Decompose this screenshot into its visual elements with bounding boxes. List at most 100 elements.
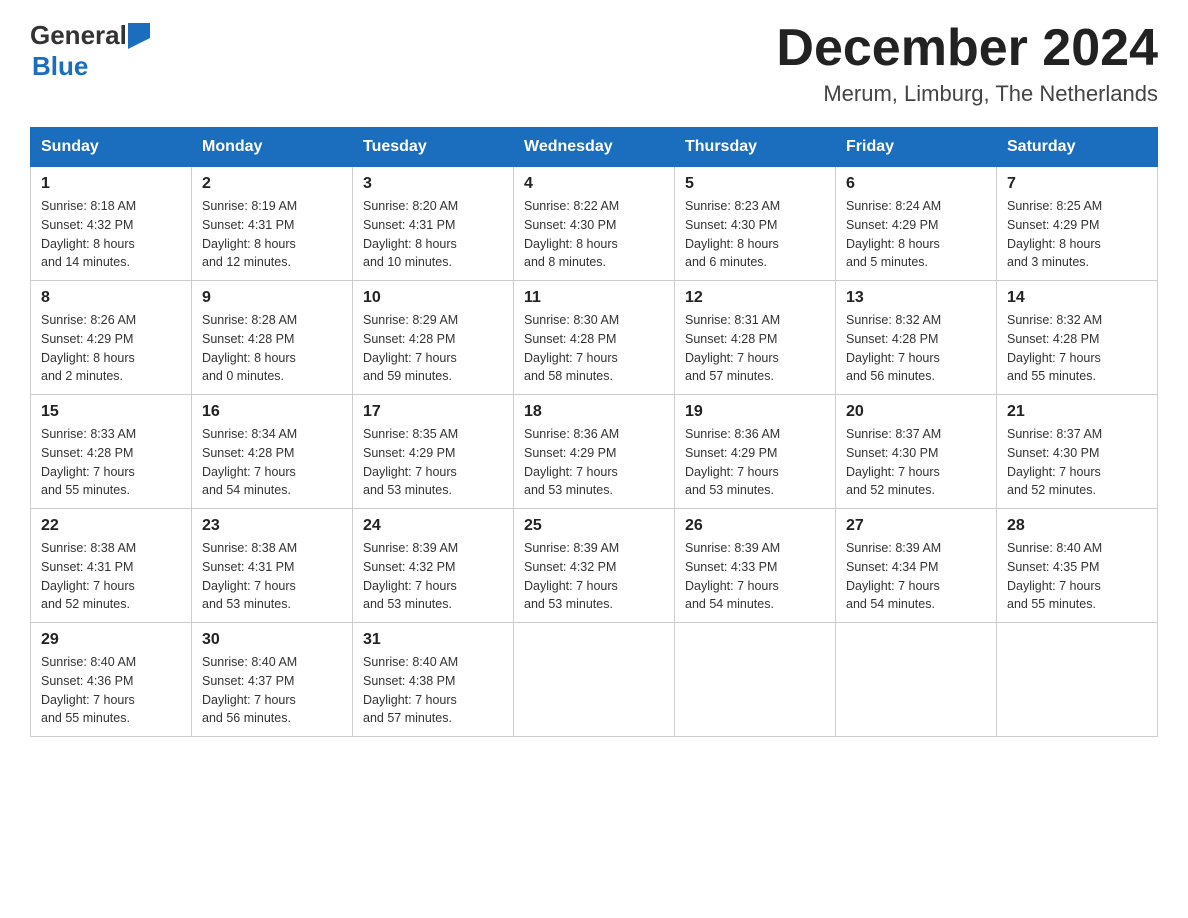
calendar-cell: 29 Sunrise: 8:40 AM Sunset: 4:36 PM Dayl…: [31, 623, 192, 737]
weekday-header-monday: Monday: [192, 128, 353, 167]
day-info: Sunrise: 8:26 AM Sunset: 4:29 PM Dayligh…: [41, 311, 181, 386]
day-number: 9: [202, 289, 342, 307]
day-number: 1: [41, 175, 181, 193]
calendar-cell: 30 Sunrise: 8:40 AM Sunset: 4:37 PM Dayl…: [192, 623, 353, 737]
day-number: 31: [363, 631, 503, 649]
location-title: Merum, Limburg, The Netherlands: [776, 81, 1158, 107]
day-number: 6: [846, 175, 986, 193]
calendar-cell: 5 Sunrise: 8:23 AM Sunset: 4:30 PM Dayli…: [675, 167, 836, 281]
calendar-week-3: 15 Sunrise: 8:33 AM Sunset: 4:28 PM Dayl…: [31, 395, 1158, 509]
day-info: Sunrise: 8:30 AM Sunset: 4:28 PM Dayligh…: [524, 311, 664, 386]
calendar-cell: 7 Sunrise: 8:25 AM Sunset: 4:29 PM Dayli…: [997, 167, 1158, 281]
day-number: 16: [202, 403, 342, 421]
calendar-cell: 23 Sunrise: 8:38 AM Sunset: 4:31 PM Dayl…: [192, 509, 353, 623]
calendar-cell: 10 Sunrise: 8:29 AM Sunset: 4:28 PM Dayl…: [353, 281, 514, 395]
day-info: Sunrise: 8:23 AM Sunset: 4:30 PM Dayligh…: [685, 197, 825, 272]
day-number: 28: [1007, 517, 1147, 535]
calendar-cell: 25 Sunrise: 8:39 AM Sunset: 4:32 PM Dayl…: [514, 509, 675, 623]
day-info: Sunrise: 8:35 AM Sunset: 4:29 PM Dayligh…: [363, 425, 503, 500]
day-info: Sunrise: 8:18 AM Sunset: 4:32 PM Dayligh…: [41, 197, 181, 272]
day-number: 21: [1007, 403, 1147, 421]
calendar-cell: 8 Sunrise: 8:26 AM Sunset: 4:29 PM Dayli…: [31, 281, 192, 395]
day-number: 29: [41, 631, 181, 649]
calendar-cell: [836, 623, 997, 737]
day-number: 24: [363, 517, 503, 535]
calendar-week-4: 22 Sunrise: 8:38 AM Sunset: 4:31 PM Dayl…: [31, 509, 1158, 623]
logo: General Blue: [30, 20, 151, 82]
day-info: Sunrise: 8:24 AM Sunset: 4:29 PM Dayligh…: [846, 197, 986, 272]
calendar-cell: 1 Sunrise: 8:18 AM Sunset: 4:32 PM Dayli…: [31, 167, 192, 281]
day-number: 23: [202, 517, 342, 535]
day-number: 18: [524, 403, 664, 421]
calendar-cell: 4 Sunrise: 8:22 AM Sunset: 4:30 PM Dayli…: [514, 167, 675, 281]
day-info: Sunrise: 8:40 AM Sunset: 4:36 PM Dayligh…: [41, 653, 181, 728]
day-info: Sunrise: 8:33 AM Sunset: 4:28 PM Dayligh…: [41, 425, 181, 500]
day-number: 15: [41, 403, 181, 421]
day-info: Sunrise: 8:40 AM Sunset: 4:35 PM Dayligh…: [1007, 539, 1147, 614]
day-number: 11: [524, 289, 664, 307]
page-header: General Blue December 2024 Merum, Limbur…: [30, 20, 1158, 107]
day-info: Sunrise: 8:32 AM Sunset: 4:28 PM Dayligh…: [1007, 311, 1147, 386]
calendar-week-5: 29 Sunrise: 8:40 AM Sunset: 4:36 PM Dayl…: [31, 623, 1158, 737]
weekday-header-thursday: Thursday: [675, 128, 836, 167]
weekday-header-tuesday: Tuesday: [353, 128, 514, 167]
title-section: December 2024 Merum, Limburg, The Nether…: [776, 20, 1158, 107]
weekday-header-wednesday: Wednesday: [514, 128, 675, 167]
calendar-week-2: 8 Sunrise: 8:26 AM Sunset: 4:29 PM Dayli…: [31, 281, 1158, 395]
day-info: Sunrise: 8:37 AM Sunset: 4:30 PM Dayligh…: [846, 425, 986, 500]
day-info: Sunrise: 8:22 AM Sunset: 4:30 PM Dayligh…: [524, 197, 664, 272]
calendar-cell: 21 Sunrise: 8:37 AM Sunset: 4:30 PM Dayl…: [997, 395, 1158, 509]
calendar-cell: 28 Sunrise: 8:40 AM Sunset: 4:35 PM Dayl…: [997, 509, 1158, 623]
weekday-header-sunday: Sunday: [31, 128, 192, 167]
day-info: Sunrise: 8:25 AM Sunset: 4:29 PM Dayligh…: [1007, 197, 1147, 272]
calendar-cell: [675, 623, 836, 737]
logo-line1: General: [30, 20, 151, 51]
logo-blue-text: Blue: [32, 51, 88, 82]
logo-flag-icon: [128, 23, 150, 49]
logo-general-text: General: [30, 20, 127, 51]
day-info: Sunrise: 8:37 AM Sunset: 4:30 PM Dayligh…: [1007, 425, 1147, 500]
calendar-cell: [514, 623, 675, 737]
day-info: Sunrise: 8:39 AM Sunset: 4:32 PM Dayligh…: [524, 539, 664, 614]
calendar-cell: 9 Sunrise: 8:28 AM Sunset: 4:28 PM Dayli…: [192, 281, 353, 395]
day-info: Sunrise: 8:31 AM Sunset: 4:28 PM Dayligh…: [685, 311, 825, 386]
calendar-cell: 3 Sunrise: 8:20 AM Sunset: 4:31 PM Dayli…: [353, 167, 514, 281]
calendar-cell: 17 Sunrise: 8:35 AM Sunset: 4:29 PM Dayl…: [353, 395, 514, 509]
day-number: 27: [846, 517, 986, 535]
calendar-cell: 2 Sunrise: 8:19 AM Sunset: 4:31 PM Dayli…: [192, 167, 353, 281]
day-number: 25: [524, 517, 664, 535]
logo-line2: Blue: [32, 51, 88, 82]
day-info: Sunrise: 8:19 AM Sunset: 4:31 PM Dayligh…: [202, 197, 342, 272]
day-number: 5: [685, 175, 825, 193]
day-number: 10: [363, 289, 503, 307]
calendar-cell: [997, 623, 1158, 737]
calendar-cell: 15 Sunrise: 8:33 AM Sunset: 4:28 PM Dayl…: [31, 395, 192, 509]
calendar-cell: 24 Sunrise: 8:39 AM Sunset: 4:32 PM Dayl…: [353, 509, 514, 623]
calendar-cell: 18 Sunrise: 8:36 AM Sunset: 4:29 PM Dayl…: [514, 395, 675, 509]
day-info: Sunrise: 8:36 AM Sunset: 4:29 PM Dayligh…: [524, 425, 664, 500]
calendar-cell: 13 Sunrise: 8:32 AM Sunset: 4:28 PM Dayl…: [836, 281, 997, 395]
day-info: Sunrise: 8:34 AM Sunset: 4:28 PM Dayligh…: [202, 425, 342, 500]
day-info: Sunrise: 8:38 AM Sunset: 4:31 PM Dayligh…: [41, 539, 181, 614]
calendar-cell: 14 Sunrise: 8:32 AM Sunset: 4:28 PM Dayl…: [997, 281, 1158, 395]
day-info: Sunrise: 8:38 AM Sunset: 4:31 PM Dayligh…: [202, 539, 342, 614]
day-info: Sunrise: 8:40 AM Sunset: 4:38 PM Dayligh…: [363, 653, 503, 728]
day-number: 26: [685, 517, 825, 535]
calendar-table: SundayMondayTuesdayWednesdayThursdayFrid…: [30, 127, 1158, 737]
day-info: Sunrise: 8:40 AM Sunset: 4:37 PM Dayligh…: [202, 653, 342, 728]
weekday-header-saturday: Saturday: [997, 128, 1158, 167]
day-number: 14: [1007, 289, 1147, 307]
calendar-header-row: SundayMondayTuesdayWednesdayThursdayFrid…: [31, 128, 1158, 167]
day-info: Sunrise: 8:36 AM Sunset: 4:29 PM Dayligh…: [685, 425, 825, 500]
calendar-week-1: 1 Sunrise: 8:18 AM Sunset: 4:32 PM Dayli…: [31, 167, 1158, 281]
day-number: 3: [363, 175, 503, 193]
day-info: Sunrise: 8:20 AM Sunset: 4:31 PM Dayligh…: [363, 197, 503, 272]
day-info: Sunrise: 8:28 AM Sunset: 4:28 PM Dayligh…: [202, 311, 342, 386]
calendar-cell: 26 Sunrise: 8:39 AM Sunset: 4:33 PM Dayl…: [675, 509, 836, 623]
day-number: 12: [685, 289, 825, 307]
calendar-cell: 16 Sunrise: 8:34 AM Sunset: 4:28 PM Dayl…: [192, 395, 353, 509]
day-number: 30: [202, 631, 342, 649]
day-info: Sunrise: 8:39 AM Sunset: 4:34 PM Dayligh…: [846, 539, 986, 614]
calendar-cell: 19 Sunrise: 8:36 AM Sunset: 4:29 PM Dayl…: [675, 395, 836, 509]
calendar-cell: 20 Sunrise: 8:37 AM Sunset: 4:30 PM Dayl…: [836, 395, 997, 509]
